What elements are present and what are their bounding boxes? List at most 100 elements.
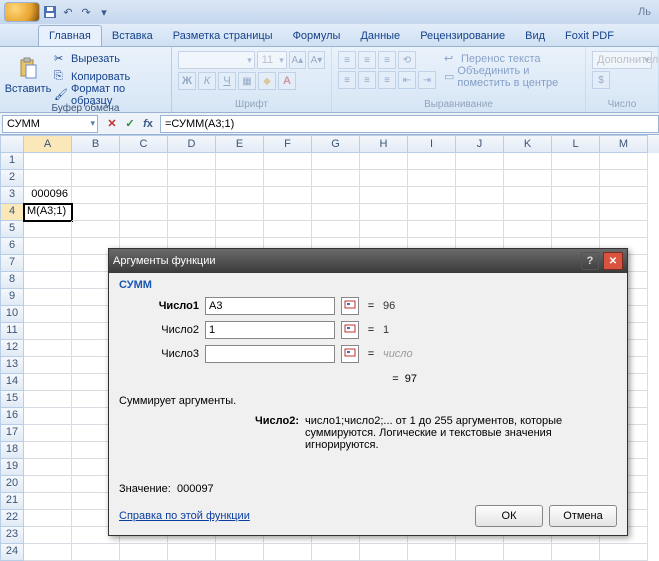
cell[interactable]: [72, 153, 120, 170]
cell[interactable]: [24, 510, 72, 527]
row-header-6[interactable]: 6: [0, 238, 24, 255]
cell[interactable]: [264, 187, 312, 204]
col-header-B[interactable]: B: [72, 135, 120, 153]
row-header-8[interactable]: 8: [0, 272, 24, 289]
row-header-22[interactable]: 22: [0, 510, 24, 527]
paste-button[interactable]: Вставить: [6, 49, 50, 103]
cell[interactable]: [504, 187, 552, 204]
cell[interactable]: [600, 187, 648, 204]
cell[interactable]: [552, 221, 600, 238]
arg1-ref-icon[interactable]: [341, 297, 359, 315]
tab-insert[interactable]: Вставка: [102, 26, 163, 46]
cell[interactable]: [216, 170, 264, 187]
col-header-C[interactable]: C: [120, 135, 168, 153]
col-header-F[interactable]: F: [264, 135, 312, 153]
cell[interactable]: [24, 153, 72, 170]
cell[interactable]: [216, 204, 264, 221]
cell[interactable]: [408, 204, 456, 221]
cell[interactable]: [504, 153, 552, 170]
fx-icon[interactable]: fx: [140, 116, 156, 132]
shrink-font-icon[interactable]: A▾: [308, 51, 325, 69]
cell[interactable]: [168, 170, 216, 187]
cell[interactable]: [408, 544, 456, 561]
cell[interactable]: [312, 170, 360, 187]
col-header-E[interactable]: E: [216, 135, 264, 153]
row-header-18[interactable]: 18: [0, 442, 24, 459]
row-header-20[interactable]: 20: [0, 476, 24, 493]
tab-layout[interactable]: Разметка страницы: [163, 26, 283, 46]
cell[interactable]: [120, 544, 168, 561]
row-header-19[interactable]: 19: [0, 459, 24, 476]
cut-button[interactable]: ✂Вырезать: [54, 51, 165, 67]
format-painter-button[interactable]: 🖌Формат по образцу: [54, 87, 165, 103]
row-header-24[interactable]: 24: [0, 544, 24, 561]
row-header-12[interactable]: 12: [0, 340, 24, 357]
cell[interactable]: [312, 204, 360, 221]
function-help-link[interactable]: Справка по этой функции: [119, 510, 250, 522]
cell[interactable]: [24, 221, 72, 238]
row-header-13[interactable]: 13: [0, 357, 24, 374]
align-middle-icon[interactable]: ≡: [358, 51, 376, 69]
underline-icon[interactable]: Ч: [218, 72, 236, 90]
row-header-14[interactable]: 14: [0, 374, 24, 391]
name-box[interactable]: СУММ: [2, 115, 98, 133]
cell[interactable]: [72, 544, 120, 561]
bold-icon[interactable]: Ж: [178, 72, 196, 90]
tab-foxit[interactable]: Foxit PDF: [555, 26, 624, 46]
grow-font-icon[interactable]: A▴: [289, 51, 306, 69]
cell[interactable]: [24, 357, 72, 374]
row-header-1[interactable]: 1: [0, 153, 24, 170]
align-center-icon[interactable]: ≡: [358, 71, 376, 89]
cell[interactable]: [120, 170, 168, 187]
cell[interactable]: [72, 204, 120, 221]
col-header-H[interactable]: H: [360, 135, 408, 153]
cell[interactable]: [456, 187, 504, 204]
cell[interactable]: [360, 187, 408, 204]
cell[interactable]: М(А3;1): [24, 204, 72, 221]
cell[interactable]: [24, 442, 72, 459]
cancel-formula-icon[interactable]: ✕: [104, 116, 120, 132]
cell[interactable]: 000096: [24, 187, 72, 204]
tab-home[interactable]: Главная: [38, 25, 102, 46]
formula-input[interactable]: =СУММ(A3;1): [160, 115, 659, 133]
cell[interactable]: [216, 153, 264, 170]
qat-dropdown-icon[interactable]: ▾: [96, 4, 112, 20]
cell[interactable]: [120, 204, 168, 221]
cell[interactable]: [504, 204, 552, 221]
col-header-D[interactable]: D: [168, 135, 216, 153]
row-header-16[interactable]: 16: [0, 408, 24, 425]
cell[interactable]: [24, 170, 72, 187]
tab-data[interactable]: Данные: [350, 26, 410, 46]
cell[interactable]: [120, 221, 168, 238]
cell[interactable]: [504, 544, 552, 561]
cell[interactable]: [216, 221, 264, 238]
row-header-21[interactable]: 21: [0, 493, 24, 510]
cell[interactable]: [360, 204, 408, 221]
currency-icon[interactable]: $: [592, 71, 610, 89]
cell[interactable]: [24, 459, 72, 476]
font-name-combo[interactable]: [178, 51, 255, 69]
cell[interactable]: [168, 187, 216, 204]
select-all-corner[interactable]: [0, 135, 24, 153]
cell[interactable]: [408, 170, 456, 187]
cancel-button[interactable]: Отмена: [549, 505, 617, 527]
border-icon[interactable]: ▦: [238, 72, 256, 90]
italic-icon[interactable]: К: [198, 72, 216, 90]
cell[interactable]: [24, 323, 72, 340]
cell[interactable]: [456, 204, 504, 221]
cell[interactable]: [504, 221, 552, 238]
cell[interactable]: [72, 221, 120, 238]
cell[interactable]: [168, 153, 216, 170]
cell[interactable]: [360, 170, 408, 187]
font-size-combo[interactable]: 11: [257, 51, 287, 69]
row-header-7[interactable]: 7: [0, 255, 24, 272]
row-header-4[interactable]: 4: [0, 204, 24, 221]
align-left-icon[interactable]: ≡: [338, 71, 356, 89]
cell[interactable]: [456, 221, 504, 238]
align-bottom-icon[interactable]: ≡: [378, 51, 396, 69]
merge-center-button[interactable]: ▭Объединить и поместить в центре: [444, 69, 579, 85]
dialog-help-icon[interactable]: ?: [581, 252, 599, 270]
cell[interactable]: [168, 221, 216, 238]
cell[interactable]: [456, 170, 504, 187]
dialog-close-icon[interactable]: ✕: [603, 252, 623, 270]
